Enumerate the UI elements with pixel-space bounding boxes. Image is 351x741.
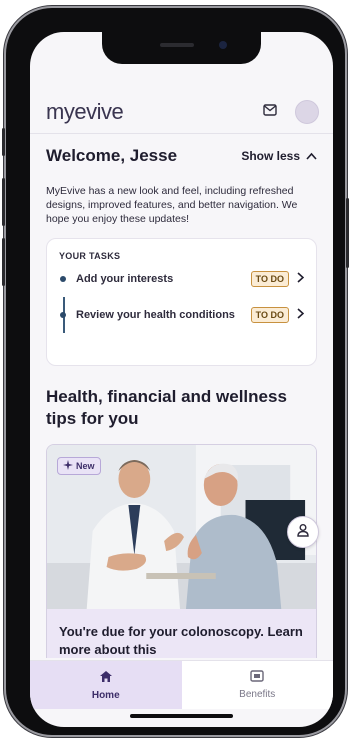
avatar[interactable]	[295, 99, 319, 124]
task-item-health-conditions[interactable]: Review your health conditions TO DO	[59, 297, 305, 333]
bottom-nav: Home Benefits	[30, 660, 333, 709]
mute-switch	[2, 128, 5, 156]
nav-item-home[interactable]: Home	[30, 661, 182, 709]
status-badge: TO DO	[250, 307, 289, 323]
welcome-intro: MyEvive has a new look and feel, includi…	[46, 185, 298, 225]
chevron-up-icon	[306, 149, 317, 163]
power-button	[346, 198, 349, 268]
app-logo[interactable]: myevive	[46, 98, 124, 125]
task-dot	[60, 312, 66, 318]
logo-brand: evive	[74, 98, 124, 124]
show-less-label: Show less	[241, 149, 300, 163]
phone-frame: myevive Welcome, Jesse Show less MyEvive…	[2, 8, 349, 735]
front-camera	[219, 41, 227, 49]
person-icon	[296, 523, 310, 542]
welcome-title: Welcome, Jesse	[46, 146, 178, 165]
tip-caption: You're due for your colonoscopy. Learn m…	[47, 609, 316, 658]
header-actions	[263, 99, 319, 124]
benefits-icon	[250, 670, 264, 685]
sparkle-icon	[63, 460, 73, 472]
volume-down-button	[2, 238, 5, 286]
notch	[102, 32, 261, 64]
logo-prefix: my	[46, 98, 75, 124]
phone-screen: myevive Welcome, Jesse Show less MyEvive…	[30, 32, 333, 727]
show-less-toggle[interactable]: Show less	[241, 149, 317, 163]
tips-heading: Health, financial and wellness tips for …	[46, 387, 287, 428]
tasks-card: YOUR TASKS Add your interests TO DO Revi…	[46, 238, 317, 366]
main-content: Welcome, Jesse Show less MyEvive has a n…	[30, 134, 333, 658]
home-indicator	[130, 714, 233, 718]
home-icon	[99, 670, 113, 686]
welcome-row: Welcome, Jesse Show less	[30, 142, 333, 170]
tasks-heading: YOUR TASKS	[59, 251, 121, 261]
chevron-right-icon	[297, 306, 305, 324]
nav-item-benefits[interactable]: Benefits	[181, 661, 333, 709]
new-badge-label: New	[76, 461, 95, 471]
app-header: myevive	[30, 90, 333, 134]
task-label: Review your health conditions	[76, 309, 235, 321]
task-dot	[60, 276, 66, 282]
new-badge: New	[57, 457, 101, 475]
nav-label: Home	[91, 689, 120, 701]
support-chat-button[interactable]	[287, 516, 319, 548]
tip-card[interactable]: New You're due for your colonoscopy. Lea…	[46, 444, 317, 658]
status-badge: TO DO	[250, 271, 289, 287]
task-label: Add your interests	[76, 273, 174, 285]
chevron-right-icon	[297, 270, 305, 288]
mail-icon[interactable]	[263, 103, 277, 121]
volume-up-button	[2, 178, 5, 226]
nav-label: Benefits	[239, 689, 276, 700]
speaker	[160, 43, 194, 47]
task-item-interests[interactable]: Add your interests TO DO	[59, 261, 305, 297]
